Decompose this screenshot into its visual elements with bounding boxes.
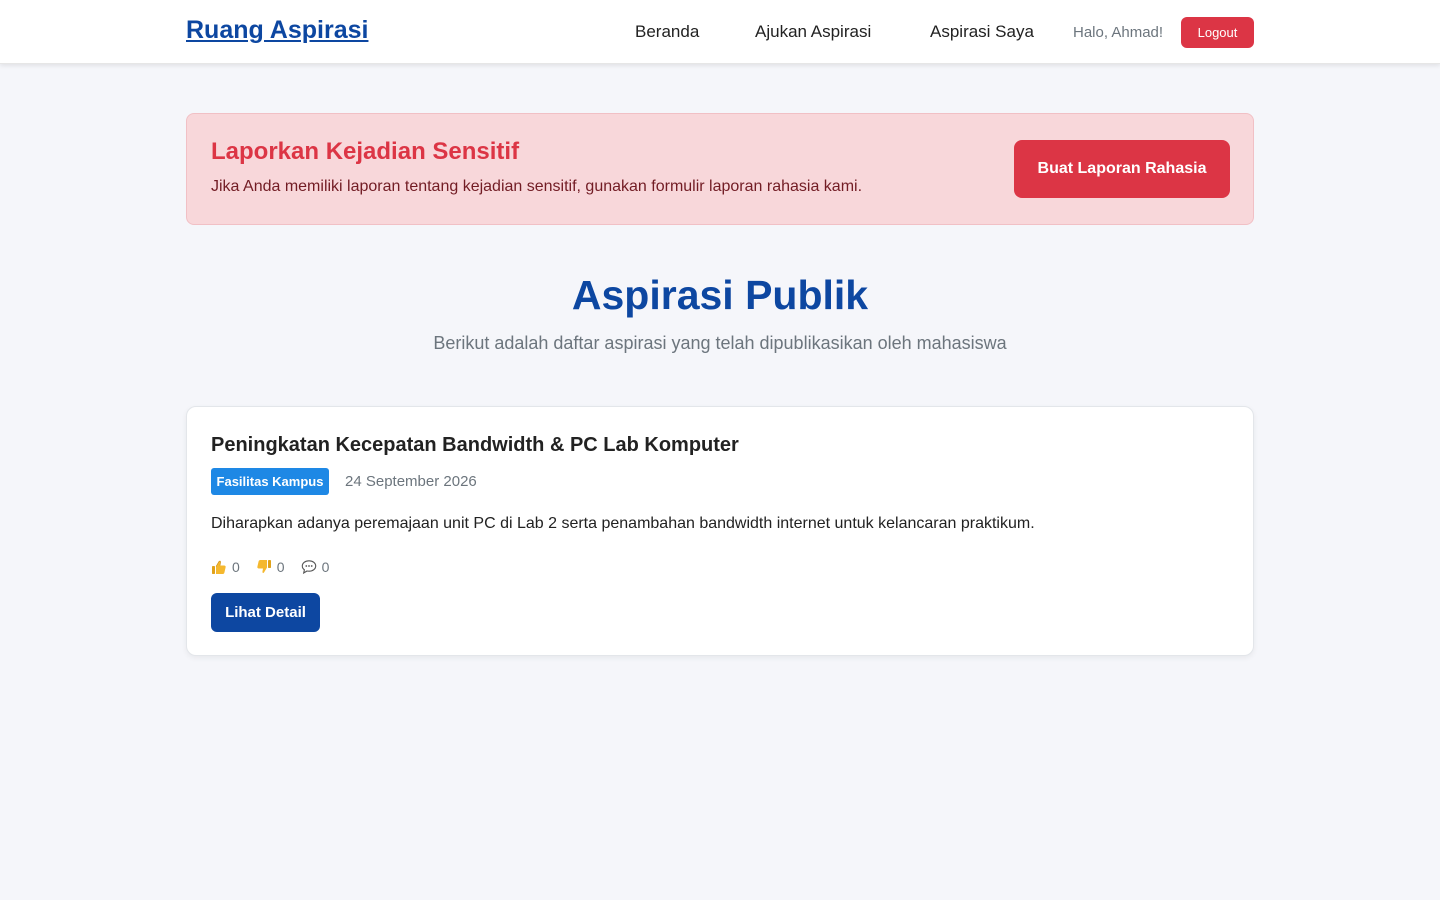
aspiration-title: Peningkatan Kecepatan Bandwidth & PC Lab… <box>211 434 739 456</box>
comment-count-value: 0 <box>321 559 330 575</box>
thumbs-up-icon <box>211 559 227 575</box>
comment-count[interactable]: 0 <box>301 559 330 575</box>
nav-aspirasi-saya[interactable]: Aspirasi Saya <box>930 22 1034 42</box>
like-count[interactable]: 0 <box>211 559 240 575</box>
page-title: Aspirasi Publik <box>571 272 869 318</box>
aspiration-date: 24 September 2026 <box>345 473 477 490</box>
thumbs-down-icon <box>256 559 272 575</box>
category-badge: Fasilitas Kampus <box>211 468 329 495</box>
nav-ajukan-aspirasi[interactable]: Ajukan Aspirasi <box>755 22 871 42</box>
dislike-count-value: 0 <box>276 559 285 575</box>
aspiration-card: Peningkatan Kecepatan Bandwidth & PC Lab… <box>186 406 1254 656</box>
alert-text: Jika Anda memiliki laporan tentang kejad… <box>211 178 863 195</box>
dislike-count[interactable]: 0 <box>256 559 285 575</box>
logout-button[interactable]: Logout <box>1181 17 1254 48</box>
nav-beranda[interactable]: Beranda <box>635 22 699 42</box>
brand-link[interactable]: Ruang Aspirasi <box>186 16 368 45</box>
create-secret-report-button[interactable]: Buat Laporan Rahasia <box>1014 140 1230 198</box>
speech-bubble-icon <box>301 559 317 575</box>
top-navbar: Ruang Aspirasi Beranda Ajukan Aspirasi A… <box>0 0 1440 64</box>
user-greeting: Halo, Ahmad! <box>1073 24 1164 41</box>
sensitive-report-alert: Laporkan Kejadian Sensitif Jika Anda mem… <box>186 113 1254 225</box>
alert-title: Laporkan Kejadian Sensitif <box>211 138 520 165</box>
aspiration-stats: 0 0 0 <box>211 557 345 577</box>
aspiration-description: Diharapkan adanya peremajaan unit PC di … <box>211 515 1035 532</box>
page-subtitle: Berikut adalah daftar aspirasi yang tela… <box>433 333 1007 353</box>
like-count-value: 0 <box>232 559 240 575</box>
view-detail-button[interactable]: Lihat Detail <box>211 593 320 632</box>
